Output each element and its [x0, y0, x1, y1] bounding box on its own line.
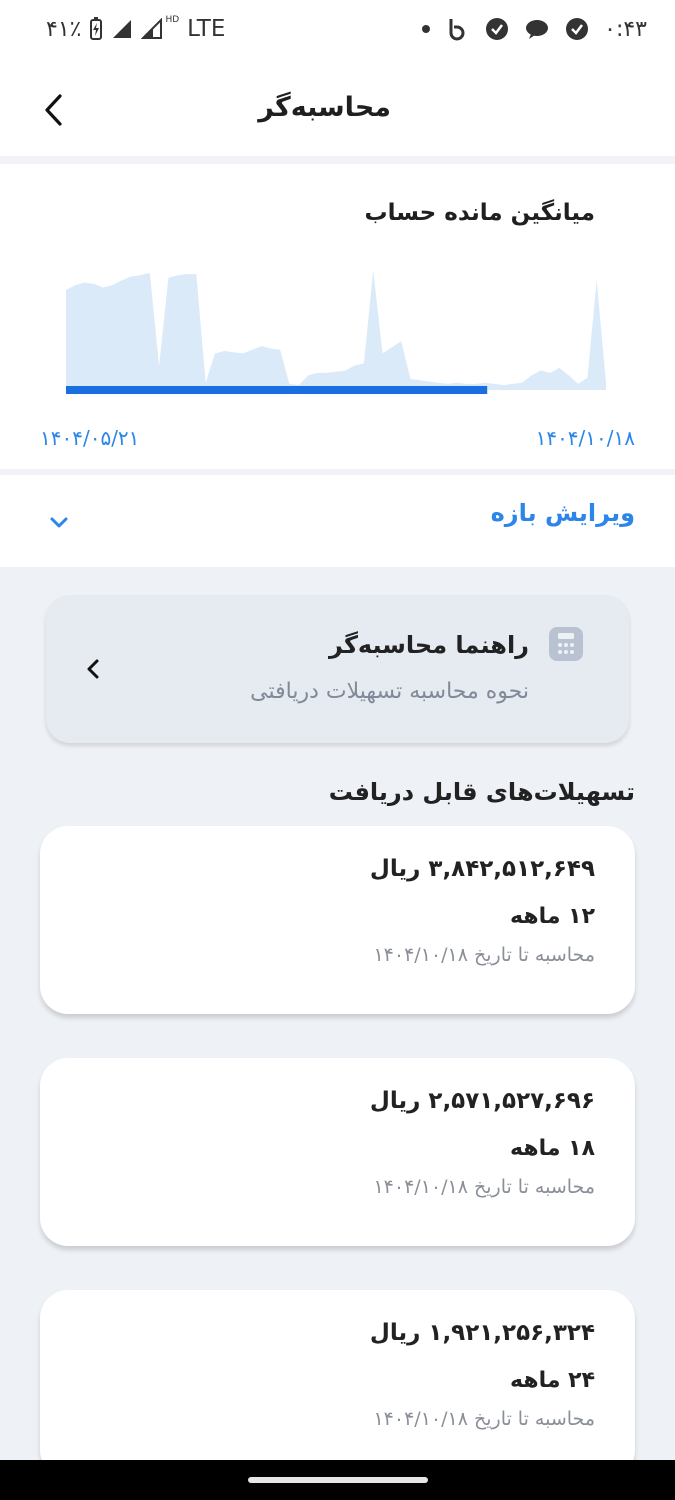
loan-term: ۱۸ ماهه [510, 1136, 595, 1161]
chat-icon [524, 16, 550, 42]
loan-term: ۲۴ ماهه [510, 1368, 595, 1393]
app-bar: محاسبه‌گر [0, 64, 675, 156]
clock: ۰:۴۳ [604, 16, 647, 42]
hd-label: HD [165, 15, 180, 25]
status-left: ۴۱٪ HD LTE [46, 15, 226, 42]
chart-end-date: ۱۴۰۴/۱۰/۱۸ [535, 426, 635, 450]
home-indicator[interactable] [248, 1477, 428, 1483]
chevron-left-icon [87, 659, 99, 679]
shield-check-icon [484, 16, 510, 42]
loan-calc-date: محاسبه تا تاریخ ۱۴۰۴/۱۰/۱۸ [373, 1176, 595, 1198]
bale-app-icon [444, 16, 470, 42]
loan-card[interactable]: ۱,۹۲۱,۲۵۶,۳۲۴ ریال ۲۴ ماهه محاسبه تا تار… [40, 1290, 635, 1478]
loans-section-title: تسهیلات‌های قابل دریافت [328, 778, 635, 806]
status-bar: ۴۱٪ HD LTE ۰:۴۳ [0, 0, 675, 64]
balance-chart-card: میانگین مانده حساب ۱۴۰۴/۰۵/۲۱ ۱۴۰۴/۱۰/۱۸ [0, 164, 675, 469]
chevron-down-icon [50, 517, 68, 528]
system-nav-bar [0, 1460, 675, 1500]
shield-check-icon-2 [564, 16, 590, 42]
battery-percent: ۴۱٪ [46, 16, 82, 42]
chart-area [66, 270, 606, 390]
dot-icon [422, 25, 431, 33]
back-button[interactable] [34, 90, 74, 130]
divider [0, 156, 675, 164]
status-right: ۰:۴۳ [422, 16, 647, 42]
calculator-guide-card[interactable]: راهنما محاسبه‌گر نحوه محاسبه تسهیلات دری… [46, 595, 629, 743]
chart-start-date: ۱۴۰۴/۰۵/۲۱ [40, 426, 140, 450]
balance-chart[interactable] [0, 164, 675, 414]
page-title: محاسبه‌گر [258, 92, 391, 123]
calculator-icon [549, 627, 583, 661]
guide-subtitle: نحوه محاسبه تسهیلات دریافتی [250, 679, 529, 704]
loan-card[interactable]: ۲,۵۷۱,۵۲۷,۶۹۶ ریال ۱۸ ماهه محاسبه تا تار… [40, 1058, 635, 1246]
battery-icon [90, 17, 103, 40]
signal-icon [113, 20, 132, 38]
loan-card[interactable]: ۳,۸۴۲,۵۱۲,۶۴۹ ریال ۱۲ ماهه محاسبه تا تار… [40, 826, 635, 1014]
network-type: LTE [187, 16, 226, 42]
chevron-left-icon [45, 94, 62, 126]
edit-range-label: ویرایش بازه [490, 499, 635, 527]
loan-amount: ۳,۸۴۲,۵۱۲,۶۴۹ ریال [369, 856, 595, 882]
loan-amount: ۱,۹۲۱,۲۵۶,۳۲۴ ریال [369, 1320, 595, 1346]
loan-amount: ۲,۵۷۱,۵۲۷,۶۹۶ ریال [369, 1088, 595, 1114]
loan-term: ۱۲ ماهه [510, 904, 595, 929]
guide-title: راهنما محاسبه‌گر [329, 631, 529, 659]
loan-calc-date: محاسبه تا تاریخ ۱۴۰۴/۱۰/۱۸ [373, 1408, 595, 1430]
signal-hd-icon [141, 18, 163, 39]
selected-range-bar[interactable] [66, 386, 488, 394]
edit-range-row[interactable]: ویرایش بازه [0, 475, 675, 567]
loan-calc-date: محاسبه تا تاریخ ۱۴۰۴/۱۰/۱۸ [373, 944, 595, 966]
